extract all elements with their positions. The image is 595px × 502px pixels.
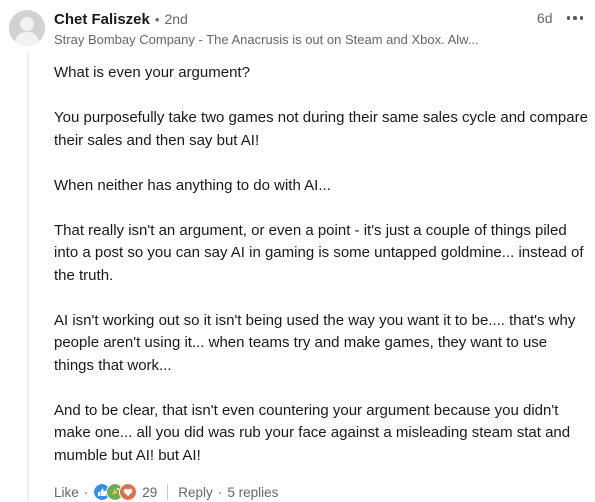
support-reaction-icon: [119, 483, 138, 501]
replies-link[interactable]: 5 replies: [227, 485, 278, 500]
comment-header: Chet Faliszek • 2nd Stray Bombay Company…: [54, 9, 589, 49]
comment: Chet Faliszek • 2nd Stray Bombay Company…: [54, 9, 589, 502]
comment-actions: Like · 29 Reply · 5 replies: [54, 482, 589, 502]
avatar[interactable]: [9, 10, 45, 46]
avatar-image: [9, 10, 45, 46]
comment-paragraph: What is even your argument?: [54, 64, 250, 81]
more-options-icon[interactable]: [565, 12, 586, 24]
reaction-count[interactable]: 29: [142, 485, 157, 500]
author-name[interactable]: Chet Faliszek: [54, 10, 150, 30]
author-headline: Stray Bombay Company - The Anacrusis is …: [54, 32, 479, 47]
connection-degree: 2nd: [164, 11, 188, 27]
action-dot: ·: [83, 484, 89, 500]
comment-paragraph: AI isn't working out so it isn't being u…: [54, 311, 576, 374]
comment-paragraph: And to be clear, that isn't even counter…: [54, 401, 571, 464]
action-divider: [167, 484, 169, 500]
timestamp: 6d: [536, 10, 553, 26]
comment-meta: 6d: [537, 10, 585, 26]
action-dot: ·: [217, 484, 223, 500]
comment-paragraph: That really isn't an argument, or even a…: [54, 221, 584, 284]
comment-paragraph: When neither has anything to do with AI.…: [54, 176, 331, 194]
name-row: Chet Faliszek • 2nd: [54, 9, 589, 30]
reply-button[interactable]: Reply: [178, 485, 213, 500]
comment-body: What is even your argument? You purposef…: [54, 62, 589, 467]
like-button[interactable]: Like: [54, 485, 79, 500]
comment-paragraph: You purposefully take two games not duri…: [54, 109, 588, 149]
separator-dot: •: [154, 12, 160, 27]
reactions-summary[interactable]: [93, 483, 138, 501]
thread-line: [27, 52, 29, 501]
